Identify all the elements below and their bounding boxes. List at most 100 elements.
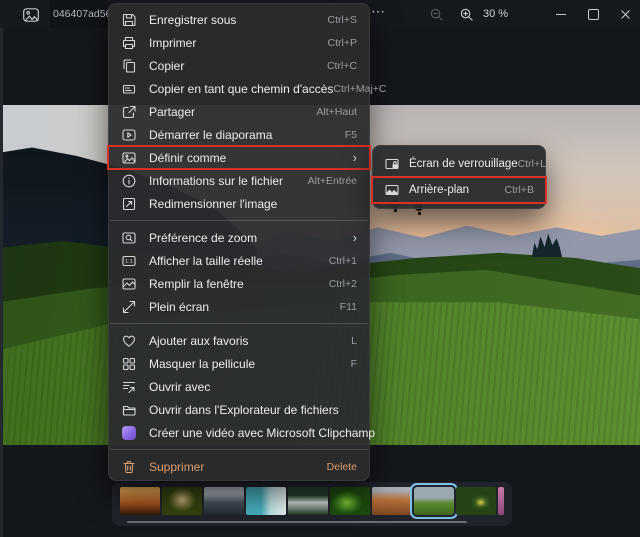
menu-item-shortcut: F11 [339,300,357,313]
menu-item-start-slideshow[interactable]: Démarrer le diaporama F5 [109,123,369,146]
window-edge [0,0,3,537]
menu-item-shortcut: L [351,334,357,347]
submenu-item-shortcut: Ctrl+B [504,184,534,196]
menu-item-label: Ouvrir avec [149,379,211,394]
menu-item-label: Imprimer [149,35,197,50]
menu-item-shortcut: Ctrl+P [327,36,357,49]
set-as-icon [121,150,137,166]
submenu-chevron-icon: › [352,230,357,245]
menu-item-fullscreen[interactable]: Plein écran F11 [109,295,369,318]
sunset-thumbnail[interactable] [120,487,160,515]
open-with-icon [121,379,137,395]
menu-item-actual-size[interactable]: 1:1 Afficher la taille réelle Ctrl+1 [109,249,369,272]
submenu-item-lock-screen[interactable]: Écran de verrouillage Ctrl+L [373,151,546,177]
menu-item-copy[interactable]: Copier Ctrl+C [109,54,369,77]
filename-tab[interactable]: 046407ad56ebe [50,0,108,28]
grid-icon [121,356,137,372]
menu-item-shortcut: Ctrl+C [326,59,357,72]
filename-label: 046407ad56ebe [53,8,108,20]
menu-item-label: Copier en tant que chemin d'accès [149,81,334,96]
menu-item-save-as[interactable]: Enregistrer sous Ctrl+S [109,8,369,31]
close-icon [620,9,630,19]
menu-item-shortcut: Alt+Entrée [307,174,357,187]
menu-item-resize-image[interactable]: Redimensionner l'image [109,192,369,215]
resize-icon [121,196,137,212]
close-button[interactable] [610,0,640,28]
lock-screen-icon [384,156,400,172]
menu-item-label: Plein écran [149,299,210,314]
zoom-in-icon[interactable] [459,7,474,22]
menu-item-shortcut: Ctrl+2 [328,277,357,290]
menu-item-label: Démarrer le diaporama [149,127,273,142]
toucan-thumbnail[interactable] [456,487,496,515]
menu-item-share[interactable]: Partager Alt+Haut [109,100,369,123]
share-icon [121,104,137,120]
copy-icon [121,58,137,74]
menu-item-shortcut: Alt+Haut [316,105,357,118]
mountains-thumbnail[interactable] [204,487,244,515]
menu-separator [109,215,369,226]
set-as-submenu: Écran de verrouillage Ctrl+L Arrière-pla… [371,145,547,209]
menu-item-shortcut: F [350,357,357,370]
menu-item-zoom-preference[interactable]: Préférence de zoom › [109,226,369,249]
menu-item-label: Partager [149,104,196,119]
menu-item-open-in-explorer[interactable]: Ouvrir dans l'Explorateur de fichiers [109,398,369,421]
menu-item-print[interactable]: Imprimer Ctrl+P [109,31,369,54]
info-icon [121,173,137,189]
filmstrip [112,482,512,526]
zoom-preference-icon [121,230,137,246]
menu-item-fit-window[interactable]: Remplir la fenêtre Ctrl+2 [109,272,369,295]
menu-item-copy-as-path[interactable]: Copier en tant que chemin d'accès Ctrl+M… [109,77,387,100]
submenu-item-background[interactable]: Arrière-plan Ctrl+B [371,176,547,204]
parrot-thumbnail[interactable] [330,487,370,515]
menu-item-label: Masquer la pellicule [149,356,256,371]
filmstrip-thumbnails [120,487,504,515]
save-icon [121,12,137,28]
menu-item-shortcut: Ctrl+S [327,13,357,26]
menu-item-file-info[interactable]: Informations sur le fichier Alt+Entrée [109,169,369,192]
menu-item-clipchamp[interactable]: Créer une vidéo avec Microsoft Clipchamp [109,421,375,444]
submenu-item-shortcut: Ctrl+L [517,158,546,170]
heart-icon [121,333,137,349]
trash-icon [121,459,137,475]
menu-item-set-as[interactable]: Définir comme › [107,145,371,170]
fullscreen-icon [121,299,137,315]
slideshow-icon [121,127,137,143]
menu-item-label: Informations sur le fichier [149,173,284,188]
canyon-thumbnail[interactable] [372,487,412,515]
menu-item-shortcut: Ctrl+1 [328,254,357,267]
menu-separator [109,444,369,455]
menu-item-open-with[interactable]: Ouvrir avec [109,375,369,398]
minimize-icon [556,13,566,15]
menu-item-delete[interactable]: Supprimer Delete [109,455,369,478]
zoom-level[interactable]: 30 % [483,8,508,20]
menu-item-label: Supprimer [149,459,205,474]
menu-item-shortcut: Ctrl+Maj+C [333,82,387,95]
menu-item-label: Ajouter aux favoris [149,333,249,348]
folder-icon [121,402,137,418]
maximize-button[interactable] [578,0,608,28]
filmstrip-scrollbar[interactable] [127,521,467,523]
background-icon [384,182,400,198]
photos-app-window: 046407ad56ebe ⋯ 30 % [0,0,640,537]
waterfall-thumbnail[interactable] [288,487,328,515]
sloth-thumbnail[interactable] [162,487,202,515]
minimize-button[interactable] [546,0,576,28]
glacier-thumbnail[interactable] [246,487,286,515]
menu-item-add-favorites[interactable]: Ajouter aux favoris L [109,329,369,352]
copy-path-icon [121,81,137,97]
menu-item-label: Remplir la fenêtre [149,276,244,291]
menu-item-label: Enregistrer sous [149,12,237,27]
more-options-button[interactable]: ⋯ [371,3,386,20]
menu-item-label: Redimensionner l'image [149,196,278,211]
menu-item-label: Ouvrir dans l'Explorateur de fichiers [149,402,339,417]
printer-icon [121,35,137,51]
menu-item-label: Afficher la taille réelle [149,253,263,268]
valley-bird-thumbnail-selected[interactable] [414,487,454,515]
photos-app-icon [22,6,40,22]
menu-item-label: Copier [149,58,185,73]
pink-partial-thumbnail[interactable] [498,487,504,515]
submenu-item-label: Arrière-plan [409,184,470,196]
zoom-out-icon[interactable] [429,7,444,22]
menu-item-hide-filmstrip[interactable]: Masquer la pellicule F [109,352,369,375]
